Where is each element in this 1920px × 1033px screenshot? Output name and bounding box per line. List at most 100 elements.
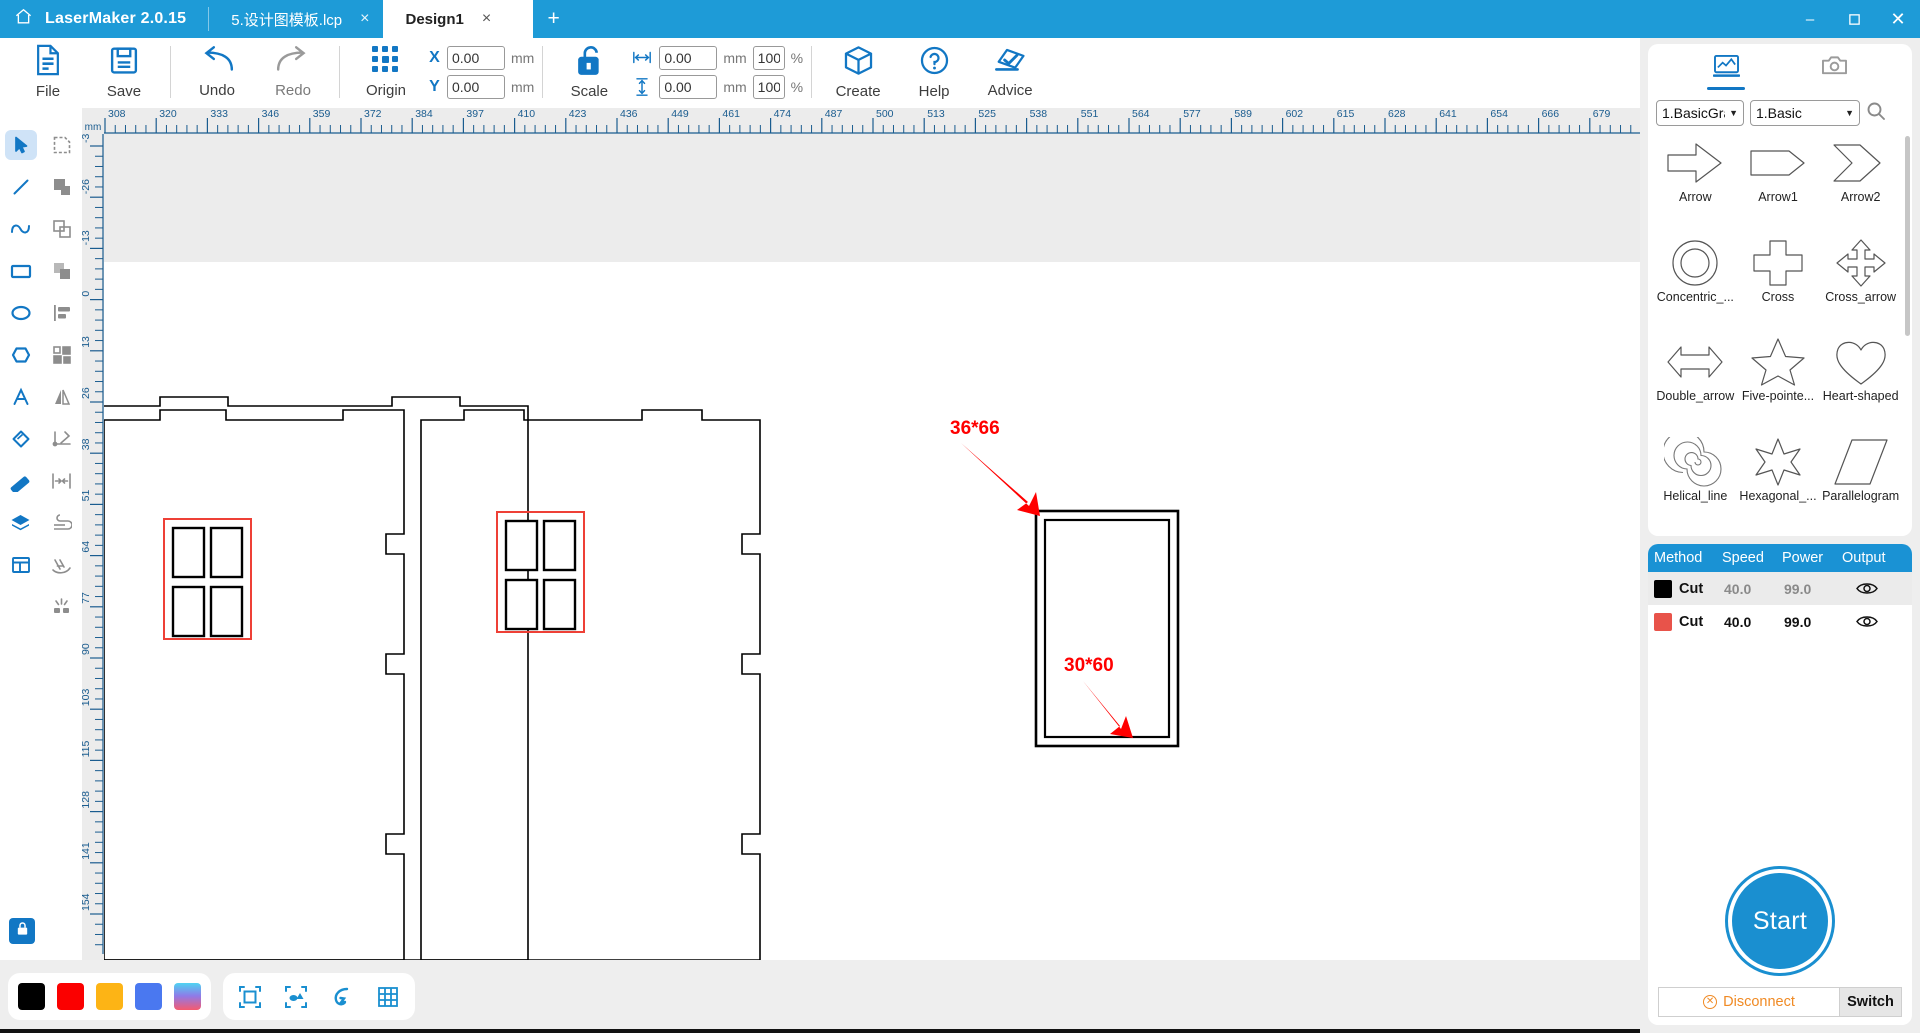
help-button[interactable]: Help [896,38,972,106]
intersect-tool[interactable] [41,250,82,292]
tab-camera[interactable] [1815,54,1853,92]
layers-tool[interactable] [0,502,41,544]
horizontal-ruler-svg: 308 320 333 346 359 372 384 397 410 423 436 449 461 4… [104,108,1688,134]
home-button[interactable]: LaserMaker 2.0.15 [0,0,208,38]
measure-angle-tool[interactable] [41,418,82,460]
horizontal-ruler[interactable]: 308 320 333 346 359 372 384 397 410 423 436 449 461 4… [104,108,1688,134]
svg-text:384: 384 [415,108,433,120]
shape-arrow1[interactable]: Arrow1 [1737,138,1820,215]
shape-helical-line[interactable]: Helical_line [1654,436,1737,514]
scale-lock-button[interactable]: Scale [551,38,627,106]
select-objects-icon[interactable] [279,982,313,1012]
eraser-tool[interactable] [0,418,41,460]
design-canvas[interactable]: 36*66 30*60 [104,134,1688,960]
swatch-orange[interactable] [96,983,123,1010]
close-window-button[interactable]: ✕ [1876,0,1920,38]
disconnect-status[interactable]: ✕ Disconnect [1658,987,1840,1017]
ellipse-tool[interactable] [0,292,41,334]
shape-parallelogram[interactable]: Parallelogram [1819,437,1902,514]
add-tab-button[interactable]: + [533,0,573,38]
power-value[interactable]: 99.0 [1776,581,1836,597]
start-button[interactable]: Start [1728,869,1832,973]
rectangle-icon [5,256,37,286]
close-icon[interactable]: × [482,11,491,27]
library-scrollbar[interactable] [1905,136,1910,336]
ruler-tool[interactable] [0,460,41,502]
mirror-tool[interactable] [41,376,82,418]
grid-icon[interactable] [371,982,405,1012]
speed-value[interactable]: 40.0 [1716,581,1776,597]
redo-button[interactable]: Redo [255,38,331,106]
shape-cross[interactable]: Cross [1737,238,1820,315]
library-subcategory-select[interactable]: 1.Basic ▼ [1750,100,1860,126]
text-path-tool[interactable] [41,544,82,586]
union-tool[interactable] [41,166,82,208]
origin-button[interactable]: Origin [348,38,424,106]
node-edit-tool[interactable] [41,124,82,166]
svg-text:346: 346 [262,108,280,120]
swatch-black[interactable] [18,983,45,1010]
shape-label: Cross_arrow [1825,289,1897,304]
tab-design-template[interactable]: 5.设计图模板.lcp × [209,0,383,38]
bend-tool[interactable] [41,502,82,544]
lock-canvas-button[interactable] [9,918,35,944]
table-row[interactable]: Cut 40.0 99.0 [1648,605,1912,638]
tab-design1[interactable]: Design1 × [383,0,534,38]
x-position-row: X mm [428,45,534,70]
svg-text:615: 615 [1337,108,1355,120]
close-icon[interactable]: × [360,11,369,27]
subtract-tool[interactable] [41,208,82,250]
create-button[interactable]: Create [820,38,896,106]
rectangle-tool[interactable] [0,250,41,292]
undo-button[interactable]: Undo [179,38,255,106]
search-icon[interactable] [1866,101,1886,126]
save-button[interactable]: Save [86,38,162,106]
swatch-red[interactable] [57,983,84,1010]
width-percent-input[interactable] [752,45,785,70]
width-input[interactable] [659,45,718,70]
shape-concentric-circles[interactable]: Concentric_... [1654,238,1737,315]
maximize-button[interactable] [1832,0,1876,38]
advice-button[interactable]: Advice [972,38,1048,106]
engrave-tool[interactable] [41,586,82,628]
shape-hexagonal-star[interactable]: Hexagonal_... [1737,437,1820,514]
y-position-input[interactable] [447,74,505,99]
power-value[interactable]: 99.0 [1776,614,1836,630]
subtract-shapes-icon [46,214,78,244]
frame-fit-icon[interactable] [233,982,267,1012]
swatch-blue[interactable] [135,983,162,1010]
table-row[interactable]: Cut 40.0 99.0 [1648,572,1912,605]
line-tool[interactable] [0,166,41,208]
tab-shape-library[interactable] [1707,54,1745,92]
vertical-ruler[interactable]: -38 -26 -13 0 13 26 38 51 64 77 90 103 115 128 141 154 [82,134,104,960]
shape-cross-arrow[interactable]: Cross_arrow [1819,238,1902,315]
shape-arrow2[interactable]: Arrow2 [1819,138,1902,215]
switch-button[interactable]: Switch [1840,987,1902,1017]
array-tool[interactable] [41,334,82,376]
library-category-select[interactable]: 1.BasicGra ▼ [1656,100,1744,126]
x-position-input[interactable] [447,45,505,70]
template-tool[interactable] [0,544,41,586]
height-percent-input[interactable] [752,74,785,99]
swatch-gradient[interactable] [174,983,201,1010]
shape-heart[interactable]: Heart-shaped [1819,337,1902,414]
shape-five-pointed-star[interactable]: Five-pointe... [1737,337,1820,414]
unlock-icon [574,45,604,81]
height-input[interactable] [659,74,718,99]
magnet-icon[interactable] [325,982,359,1012]
shape-arrow[interactable]: Arrow [1654,138,1737,215]
layer-color-chip [1654,612,1672,631]
speed-value[interactable]: 40.0 [1716,614,1776,630]
file-button[interactable]: File [10,38,86,106]
eye-icon[interactable] [1836,581,1898,596]
polygon-tool[interactable] [0,334,41,376]
select-tool[interactable] [0,124,41,166]
minimize-button[interactable]: – [1788,0,1832,38]
eye-icon[interactable] [1836,614,1898,629]
fit-tool[interactable] [41,460,82,502]
shape-double-arrow[interactable]: Double_arrow [1654,337,1737,414]
align-tool[interactable] [41,292,82,334]
text-tool[interactable] [0,376,41,418]
curve-tool[interactable] [0,208,41,250]
shape-label: Arrow1 [1758,190,1798,204]
